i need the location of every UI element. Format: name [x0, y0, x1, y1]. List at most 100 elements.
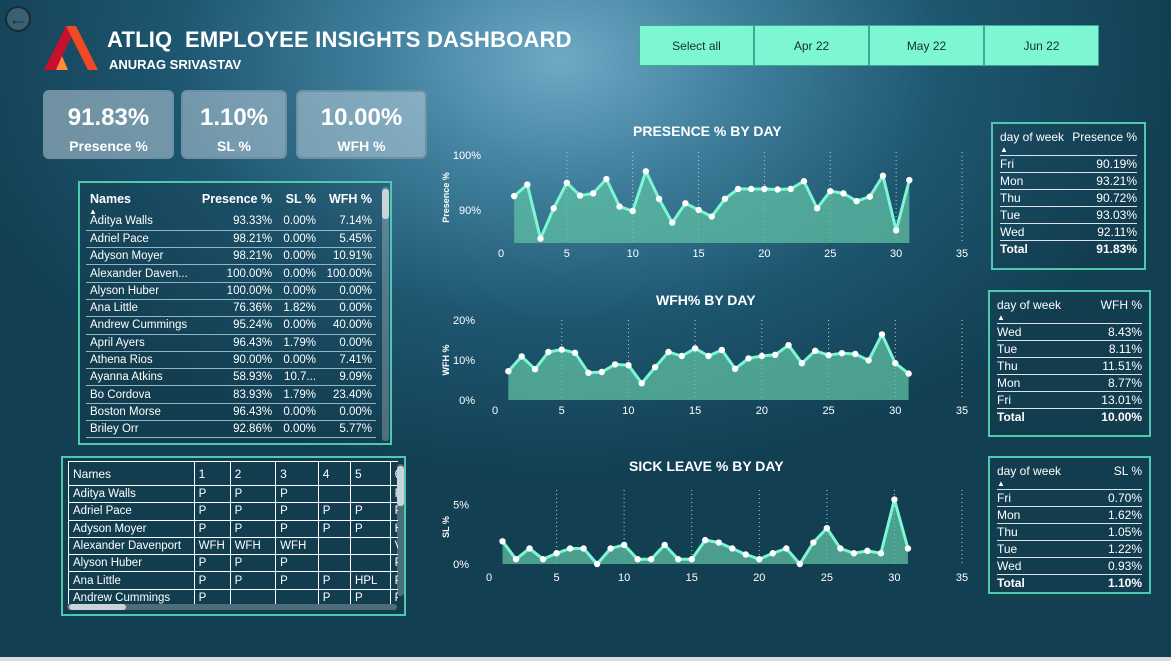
column-header[interactable]: SL % [1092, 464, 1142, 480]
table-row[interactable]: Wed 92.11% [1000, 223, 1137, 241]
x-tick-label: 30 [889, 405, 901, 417]
data-point [838, 350, 846, 357]
table-row[interactable]: Mon 8.77% [997, 374, 1142, 392]
matrix-row[interactable]: Adriel PacePPPPPP [68, 502, 398, 521]
column-header[interactable]: Presence % [1068, 130, 1137, 146]
table-row[interactable]: Mon 93.21% [1000, 172, 1137, 190]
table-row[interactable]: Thu 1.05% [997, 523, 1142, 541]
sort-ascending-icon[interactable]: ▲ [89, 208, 97, 216]
matrix-column-header: 2 [229, 461, 277, 486]
matrix-row[interactable]: Alyson HuberPPPP [68, 554, 398, 573]
attendance-code [275, 588, 319, 604]
attendance-code: P [193, 502, 231, 521]
x-tick-label: 25 [824, 248, 836, 260]
metric-cell: 0.00% [320, 334, 376, 352]
table-row[interactable]: Adriel Pace 98.21% 0.00% 5.45% [86, 230, 376, 249]
matrix-row[interactable]: Aditya WallsPPPP [68, 484, 398, 504]
sort-ascending-icon[interactable]: ▲ [1000, 145, 1008, 154]
table-row[interactable]: Fri 90.19% [1000, 155, 1137, 173]
column-header[interactable]: day of week [1000, 130, 1068, 146]
column-header[interactable]: WFH % [1085, 298, 1142, 314]
metric-cell: 58.93% [197, 368, 277, 387]
table-row[interactable]: Thu 90.72% [1000, 189, 1137, 207]
table-row[interactable]: Adyson Moyer 98.21% 0.00% 10.91% [86, 247, 376, 266]
column-header[interactable]: Names [86, 185, 198, 213]
table-row[interactable]: Alyson Huber 100.00% 0.00% 0.00% [86, 282, 376, 300]
employee-name: Alyson Huber [86, 282, 198, 300]
metric-cell: 96.43% [197, 334, 277, 352]
metric-cell: 93.03% [1068, 206, 1137, 224]
data-point [745, 355, 752, 362]
table-row[interactable]: Alexander Daven... 100.00% 0.00% 100.00% [86, 264, 376, 283]
data-point [742, 551, 749, 558]
table-row[interactable]: April Ayers 96.43% 1.79% 0.00% [86, 334, 376, 352]
table-row[interactable]: Briley Orr 92.86% 0.00% 5.77% [86, 420, 376, 439]
weekday: Wed [1000, 223, 1069, 241]
column-header[interactable]: WFH % [320, 185, 376, 213]
data-point [629, 207, 636, 215]
data-point [526, 545, 533, 552]
matrix-column-header: 4 [317, 461, 352, 486]
table-scrollbar[interactable] [382, 187, 389, 441]
table-row[interactable]: Mon 1.62% [997, 506, 1142, 524]
attendance-code: P [229, 502, 277, 521]
author-name: ANURAG SRIVASTAV [109, 57, 242, 72]
scrollbar-thumb[interactable] [397, 466, 404, 506]
metric-cell: 90.00% [197, 351, 277, 370]
table-row[interactable]: Tue 1.22% [997, 540, 1142, 558]
back-button[interactable]: ← [5, 6, 31, 32]
y-tick-label: 10% [453, 355, 475, 367]
table-row[interactable]: Tue 8.11% [997, 340, 1142, 358]
table-row[interactable]: Boston Morse 96.43% 0.00% 0.00% [86, 403, 376, 422]
table-row[interactable]: Andrew Cummings 95.24% 0.00% 40.00% [86, 316, 376, 335]
sort-ascending-icon[interactable]: ▲ [997, 479, 1005, 488]
matrix-row[interactable]: Ana LittlePPPPHPLP [68, 571, 398, 590]
employee-name: Aditya Walls [68, 484, 195, 504]
metric-cell: 1.05% [1091, 523, 1142, 541]
table-row[interactable]: Ana Little 76.36% 1.82% 0.00% [86, 299, 376, 318]
table-row[interactable]: Aditya Walls 93.33% 0.00% 7.14% [86, 213, 376, 231]
y-tick-label: 100% [453, 150, 481, 162]
column-header[interactable]: day of week [997, 298, 1085, 314]
table-row[interactable]: Tue 93.03% [1000, 206, 1137, 224]
attendance-code: P [317, 519, 352, 538]
matrix-vertical-scrollbar[interactable] [397, 464, 404, 596]
matrix-row[interactable]: Alexander DavenportWFHWFHWFHV [68, 536, 398, 556]
column-header[interactable]: Presence % [198, 185, 276, 213]
attendance-code: P [275, 484, 319, 504]
scrollbar-thumb[interactable] [69, 604, 126, 610]
data-point [571, 349, 579, 356]
data-point [708, 213, 715, 220]
metric-cell: 10.91% [320, 247, 376, 266]
attendance-code: P [193, 554, 231, 573]
table-row[interactable]: Thu 11.51% [997, 357, 1142, 375]
x-tick-label: 35 [956, 572, 968, 584]
scrollbar-thumb[interactable] [382, 189, 389, 219]
matrix-row[interactable]: Andrew CummingsPPPP [68, 588, 398, 604]
slicer-select-all[interactable]: Select all [639, 25, 754, 66]
table-row[interactable]: Bo Cordova 83.93% 1.79% 23.40% [86, 385, 376, 404]
table-row[interactable]: Ayanna Atkins 58.93% 10.7... 9.09% [86, 368, 376, 387]
matrix-header-row[interactable]: Names123456 [68, 461, 398, 486]
data-point [865, 357, 872, 364]
metric-cell: 0.00% [276, 351, 321, 370]
table-row[interactable]: Fri 0.70% [997, 489, 1142, 507]
table-row[interactable]: Fri 13.01% [997, 391, 1142, 409]
sort-ascending-icon[interactable]: ▲ [997, 313, 1005, 322]
table-row[interactable]: Wed 0.93% [997, 557, 1142, 575]
table-row[interactable]: Athena Rios 90.00% 0.00% 7.41% [86, 351, 376, 370]
slicer-apr-22[interactable]: Apr 22 [754, 25, 869, 66]
x-tick-label: 10 [622, 405, 634, 417]
data-point [748, 185, 755, 193]
metric-cell: 100.00% [320, 264, 376, 283]
column-header[interactable]: day of week [997, 464, 1092, 480]
slicer-may-22[interactable]: May 22 [869, 25, 984, 66]
data-point [620, 541, 628, 549]
employee-name: Aditya Walls [86, 213, 198, 231]
matrix-horizontal-scrollbar[interactable] [67, 604, 397, 610]
slicer-jun-22[interactable]: Jun 22 [984, 25, 1099, 66]
matrix-row[interactable]: Adyson MoyerPPPPPH [68, 519, 398, 538]
table-row[interactable]: Wed 8.43% [997, 323, 1142, 341]
column-header[interactable]: SL % [276, 185, 320, 213]
data-point [550, 205, 557, 212]
